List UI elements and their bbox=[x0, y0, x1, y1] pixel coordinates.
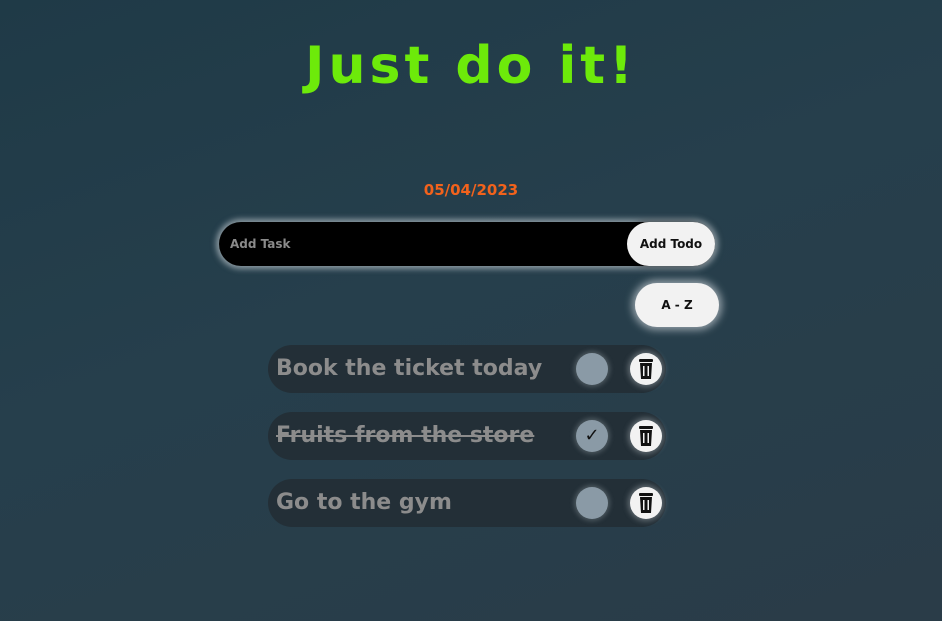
todo-item: Go to the gym bbox=[268, 479, 666, 527]
todo-item: Book the ticket today bbox=[268, 345, 666, 393]
todo-text: Book the ticket today bbox=[276, 356, 543, 381]
delete-button[interactable] bbox=[630, 487, 662, 519]
sort-az-button[interactable]: A - Z bbox=[635, 283, 719, 327]
add-task-form: Add Todo bbox=[219, 222, 715, 266]
delete-button[interactable] bbox=[630, 420, 662, 452]
current-date: 05/04/2023 bbox=[423, 181, 519, 199]
add-todo-button[interactable]: Add Todo bbox=[627, 222, 715, 266]
complete-toggle-button[interactable] bbox=[576, 353, 608, 385]
trash-icon bbox=[639, 426, 653, 446]
trash-icon bbox=[639, 493, 653, 513]
delete-button[interactable] bbox=[630, 353, 662, 385]
complete-toggle-button[interactable] bbox=[576, 487, 608, 519]
checkmark-icon: ✓ bbox=[584, 425, 600, 446]
add-task-input[interactable] bbox=[219, 222, 630, 266]
complete-toggle-button[interactable]: ✓ bbox=[576, 420, 608, 452]
todo-text: Go to the gym bbox=[276, 490, 452, 515]
todo-text: Fruits from the store bbox=[276, 423, 535, 448]
trash-icon bbox=[639, 359, 653, 379]
todo-item: Fruits from the store ✓ bbox=[268, 412, 666, 460]
page-title: Just do it! bbox=[305, 36, 637, 96]
